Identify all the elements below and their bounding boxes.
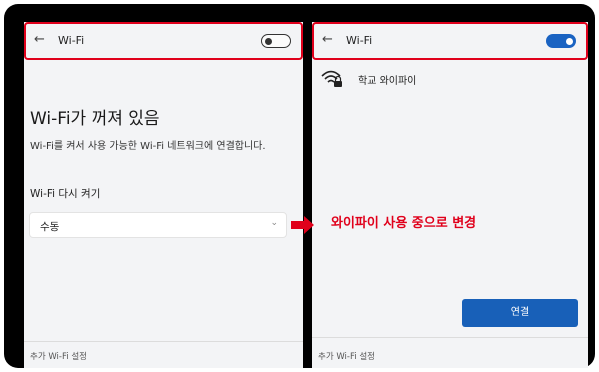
toggle-knob — [265, 37, 272, 45]
wifi-header-highlighted: ← Wi-Fi — [24, 22, 303, 60]
turn-back-on-dropdown[interactable]: 수동 ⌄ — [29, 212, 287, 238]
wifi-off-panel: ← Wi-Fi Wi-Fi가 꺼져 있음 Wi-Fi를 켜서 사용 가능한 Wi… — [24, 22, 303, 368]
wifi-on-panel: ← Wi-Fi 학교 와이파이 연결 추가 Wi-Fi 설정 — [312, 22, 588, 368]
right-arrow-icon — [291, 216, 314, 234]
wifi-header-highlighted: ← Wi-Fi — [312, 22, 588, 60]
turn-wifi-back-on-label: Wi-Fi 다시 켜기 — [30, 188, 101, 200]
chevron-down-icon: ⌄ — [270, 218, 278, 228]
footer-divider — [24, 341, 303, 342]
footer-divider — [312, 337, 588, 338]
more-wifi-settings-link[interactable]: 추가 Wi-Fi 설정 — [30, 350, 87, 362]
status-change-callout: 와이파이 사용 중으로 변경 — [331, 216, 477, 231]
wifi-secured-icon — [321, 70, 342, 87]
wifi-toggle-on[interactable] — [546, 34, 576, 48]
dropdown-value: 수동 — [40, 221, 60, 233]
network-name: 학교 와이파이 — [358, 76, 417, 87]
back-arrow-icon[interactable]: ← — [322, 32, 333, 48]
toggle-knob — [566, 37, 573, 45]
wifi-off-description: Wi-Fi를 켜서 사용 가능한 Wi-Fi 네트워크에 연결합니다. — [30, 141, 266, 152]
back-arrow-icon[interactable]: ← — [34, 32, 45, 48]
wifi-toggle-off[interactable] — [261, 34, 291, 48]
wifi-off-title: Wi-Fi가 꺼져 있음 — [30, 109, 160, 129]
header-title: Wi-Fi — [58, 34, 85, 47]
more-wifi-settings-link[interactable]: 추가 Wi-Fi 설정 — [318, 350, 375, 362]
connect-button[interactable]: 연결 — [462, 299, 578, 327]
screenshot-frame: ← Wi-Fi Wi-Fi가 꺼져 있음 Wi-Fi를 켜서 사용 가능한 Wi… — [4, 4, 595, 368]
header-title: Wi-Fi — [346, 34, 373, 47]
